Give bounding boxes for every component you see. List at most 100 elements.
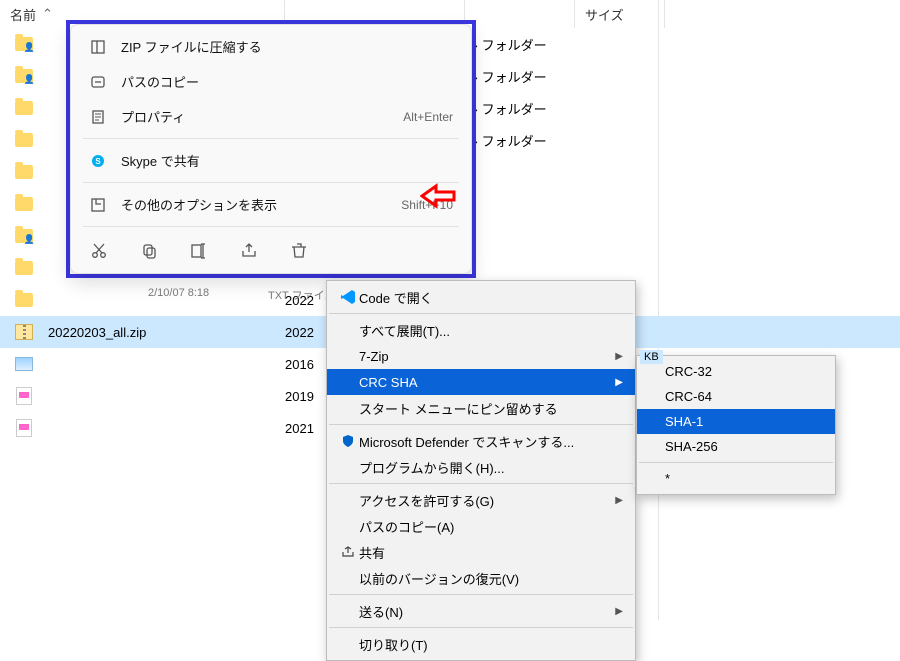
cut-icon[interactable]	[89, 241, 109, 261]
menu-separator	[329, 313, 633, 314]
image-file-icon	[15, 357, 33, 371]
menu-item-open-with-code[interactable]: Code で開く	[327, 284, 635, 310]
menu-item-extract-all[interactable]: すべて展開(T)...	[327, 317, 635, 343]
more-options-icon	[89, 196, 107, 214]
menu-label: 共有	[359, 543, 623, 562]
zip-icon	[89, 38, 107, 56]
obscured-date-fragment: 2/10/07 8:18	[148, 287, 209, 299]
vscode-icon	[337, 289, 359, 305]
menu-item-compress-zip[interactable]: ZIP ファイルに圧縮する	[71, 29, 471, 64]
menu-item-properties[interactable]: プロパティ Alt+Enter	[71, 99, 471, 134]
column-header-name-label: 名前	[10, 5, 36, 24]
menu-item-share[interactable]: 共有	[327, 539, 635, 565]
menu-label: 切り取り(T)	[359, 635, 623, 654]
menu-label: その他のオプションを表示	[121, 195, 387, 214]
file-icon-cell	[0, 357, 48, 371]
context-menu-legacy: Code で開く すべて展開(T)... 7-Zip ▶ CRC SHA ▶ ス…	[326, 280, 636, 661]
context-menu-win11: ZIP ファイルに圧縮する パスのコピー プロパティ Alt+Enter S S…	[70, 24, 472, 274]
menu-item-more-options[interactable]: その他のオプションを表示 Shift+F10	[71, 187, 471, 222]
menu-item-open-with[interactable]: プログラムから開く(H)...	[327, 454, 635, 480]
menu-label: Code で開く	[359, 288, 623, 307]
submenu-arrow-icon: ▶	[615, 606, 623, 617]
menu-label: パスのコピー	[121, 72, 453, 91]
delete-icon[interactable]	[289, 241, 309, 261]
submenu-arrow-icon: ▶	[615, 351, 623, 362]
menu-label: Microsoft Defender でスキャンする...	[359, 432, 623, 451]
submenu-item-crc32[interactable]: CRC-32	[637, 359, 835, 384]
file-icon-cell	[0, 419, 48, 437]
folder-icon	[15, 133, 33, 147]
menu-separator	[329, 594, 633, 595]
copy-icon[interactable]	[139, 241, 159, 261]
annotation-arrow-icon	[420, 182, 460, 210]
menu-label: 7-Zip	[359, 349, 615, 364]
menu-separator	[83, 226, 459, 227]
sort-caret-icon: ⌃	[42, 6, 53, 22]
menu-item-restore-previous[interactable]: 以前のバージョンの復元(V)	[327, 565, 635, 591]
menu-item-7zip[interactable]: 7-Zip ▶	[327, 343, 635, 369]
column-header-type[interactable]	[465, 0, 575, 28]
file-icon-cell	[0, 133, 48, 147]
submenu-arrow-icon: ▶	[615, 495, 623, 506]
menu-separator	[329, 627, 633, 628]
submenu-item-crc64[interactable]: CRC-64	[637, 384, 835, 409]
submenu-label: *	[665, 471, 670, 486]
folder-icon	[15, 261, 33, 275]
file-icon-cell	[0, 165, 48, 179]
submenu-label: SHA-256	[665, 439, 718, 454]
submenu-label: CRC-64	[665, 389, 712, 404]
menu-toolbar	[71, 231, 471, 269]
folder-shared-icon	[15, 229, 33, 243]
menu-item-skype-share[interactable]: S Skype で共有	[71, 143, 471, 178]
submenu-item-sha256[interactable]: SHA-256	[637, 434, 835, 459]
file-name: 20220203_all.zip	[48, 325, 285, 340]
menu-label: プログラムから開く(H)...	[359, 458, 623, 477]
menu-label: すべて展開(T)...	[359, 321, 623, 340]
folder-icon	[15, 293, 33, 307]
skype-icon: S	[89, 152, 107, 170]
file-icon-cell	[0, 261, 48, 275]
menu-item-crc-sha[interactable]: CRC SHA ▶	[327, 369, 635, 395]
share-icon	[337, 545, 359, 559]
folder-icon	[15, 197, 33, 211]
menu-item-send-to[interactable]: 送る(N) ▶	[327, 598, 635, 624]
file-icon	[16, 387, 32, 405]
file-icon-cell	[0, 101, 48, 115]
file-type: ル フォルダー	[465, 131, 575, 150]
rename-icon[interactable]	[189, 241, 209, 261]
highlight-box: ZIP ファイルに圧縮する パスのコピー プロパティ Alt+Enter S S…	[66, 20, 476, 278]
menu-item-copy-path[interactable]: パスのコピー	[71, 64, 471, 99]
menu-accelerator: Alt+Enter	[403, 110, 453, 124]
submenu-label: CRC-32	[665, 364, 712, 379]
menu-separator	[329, 483, 633, 484]
menu-item-cut[interactable]: 切り取り(T)	[327, 631, 635, 657]
share-icon[interactable]	[239, 241, 259, 261]
menu-item-pin-to-start[interactable]: スタート メニューにピン留めする	[327, 395, 635, 421]
svg-text:S: S	[95, 157, 101, 166]
selected-size-fragment: KB	[640, 350, 663, 364]
menu-label: スタート メニューにピン留めする	[359, 399, 623, 418]
submenu-item-all[interactable]: *	[637, 466, 835, 491]
file-icon-cell	[0, 229, 48, 243]
file-icon-cell	[0, 387, 48, 405]
copy-path-icon	[89, 73, 107, 91]
file-type: ル フォルダー	[465, 35, 575, 54]
menu-item-copy-path-legacy[interactable]: パスのコピー(A)	[327, 513, 635, 539]
file-icon-cell	[0, 293, 48, 307]
defender-shield-icon	[337, 434, 359, 448]
menu-label: パスのコピー(A)	[359, 517, 623, 536]
submenu-crc-sha: CRC-32 CRC-64 SHA-1 SHA-256 *	[636, 355, 836, 495]
file-type: ル フォルダー	[465, 67, 575, 86]
menu-item-defender-scan[interactable]: Microsoft Defender でスキャンする...	[327, 428, 635, 454]
menu-label: 送る(N)	[359, 602, 615, 621]
folder-shared-icon	[15, 37, 33, 51]
submenu-item-sha1[interactable]: SHA-1	[637, 409, 835, 434]
menu-separator	[83, 138, 459, 139]
menu-label: アクセスを許可する(G)	[359, 491, 615, 510]
menu-item-grant-access[interactable]: アクセスを許可する(G) ▶	[327, 487, 635, 513]
file-icon	[16, 419, 32, 437]
folder-icon	[15, 165, 33, 179]
column-header-size[interactable]: サイズ	[575, 0, 665, 28]
column-header-size-label: サイズ	[585, 5, 624, 24]
menu-label: Skype で共有	[121, 151, 453, 170]
